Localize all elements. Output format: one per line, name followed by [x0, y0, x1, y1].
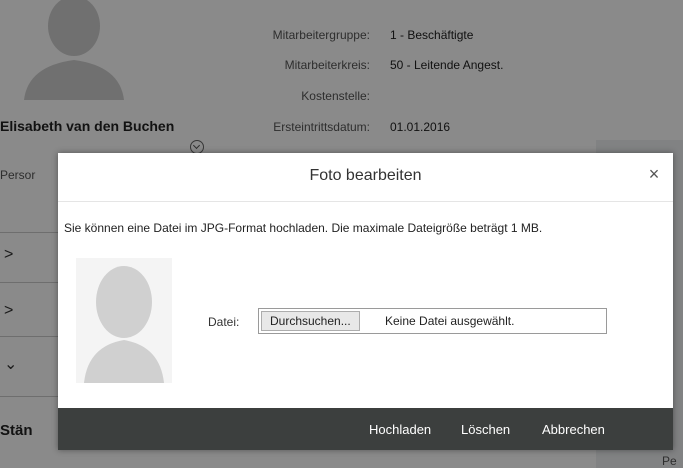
browse-button[interactable]: Durchsuchen...: [261, 311, 360, 331]
close-icon[interactable]: ×: [645, 165, 663, 183]
upload-info-text: Sie können eine Datei im JPG-Format hoch…: [64, 221, 543, 235]
dialog-divider: [58, 201, 673, 202]
file-status: Keine Datei ausgewählt.: [385, 314, 515, 328]
file-input[interactable]: Durchsuchen... Keine Datei ausgewählt.: [258, 308, 607, 334]
upload-button[interactable]: Hochladen: [369, 422, 431, 437]
photo-preview: [76, 258, 172, 383]
dialog-footer: Hochladen Löschen Abbrechen: [58, 408, 673, 450]
cancel-button[interactable]: Abbrechen: [542, 422, 605, 437]
file-label: Datei:: [208, 315, 240, 329]
edit-photo-dialog: Foto bearbeiten × Sie können eine Datei …: [58, 153, 673, 450]
dialog-title: Foto bearbeiten: [309, 167, 422, 184]
delete-button[interactable]: Löschen: [461, 422, 510, 437]
